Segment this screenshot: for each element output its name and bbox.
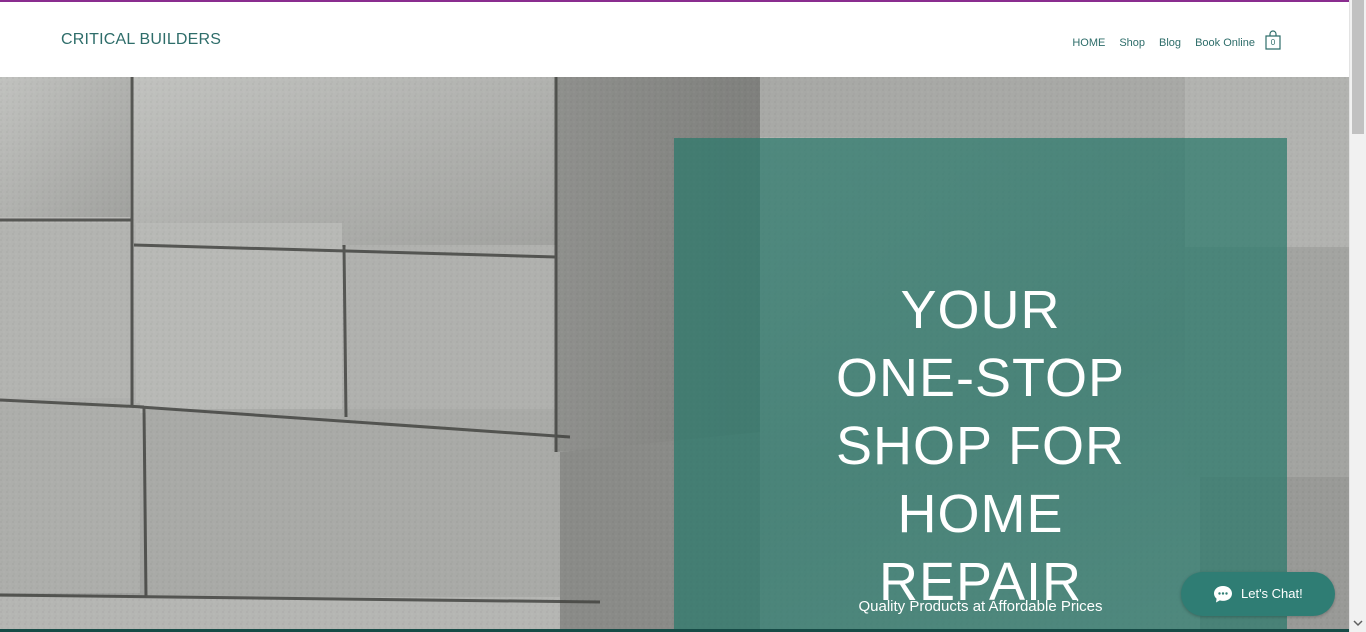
hero-title-line: HOME [897, 484, 1064, 545]
cart-count: 0 [1270, 38, 1276, 47]
scroll-down-arrow-icon[interactable] [1353, 618, 1363, 628]
nav-home[interactable]: HOME [1065, 36, 1112, 50]
site-header: CRITICAL BUILDERS HOME Shop Blog Book On… [0, 2, 1349, 77]
hero-title-line: ONE-STOP [835, 348, 1126, 409]
nav-shop[interactable]: Shop [1112, 36, 1152, 50]
hero-title-line: YOUR [900, 280, 1061, 341]
nav-blog[interactable]: Blog [1152, 36, 1188, 50]
scrollbar-thumb[interactable] [1352, 0, 1364, 134]
hero-title-line: SHOP FOR [835, 416, 1126, 477]
cart-button[interactable]: 0 [1264, 30, 1286, 52]
hero-title: YOUR ONE-STOP SHOP FOR HOME REPAIR [674, 276, 1287, 616]
site-logo-text[interactable]: CRITICAL BUILDERS [61, 30, 221, 50]
chat-label: Let's Chat! [1241, 586, 1303, 601]
page: CRITICAL BUILDERS HOME Shop Blog Book On… [0, 0, 1366, 632]
main-nav: HOME Shop Blog Book Online 0 [1065, 30, 1286, 52]
chat-bubble-icon [1214, 586, 1232, 603]
nav-book-online[interactable]: Book Online [1188, 36, 1262, 50]
vertical-scrollbar[interactable] [1349, 0, 1366, 632]
chat-button[interactable]: Let's Chat! [1181, 572, 1335, 616]
